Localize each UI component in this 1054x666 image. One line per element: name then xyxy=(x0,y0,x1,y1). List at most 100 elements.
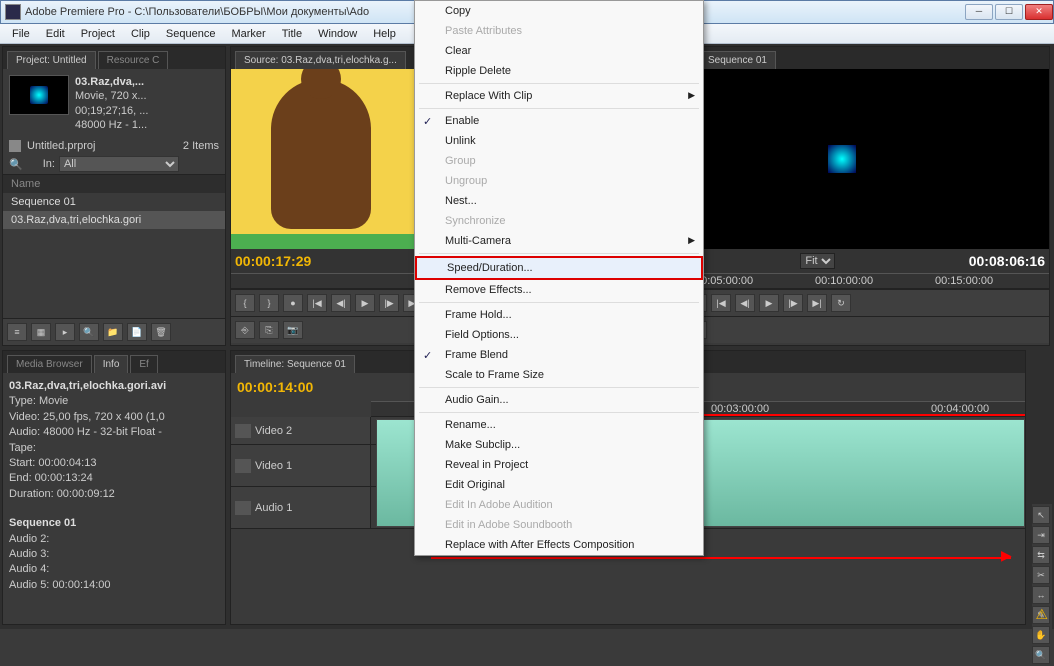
project-toolbar: ≡ ▦ ▸ 🔍 📁 📄 🗑 xyxy=(3,318,225,345)
marker-button[interactable]: ● xyxy=(283,294,303,312)
icon-view-button[interactable]: ▦ xyxy=(31,323,51,341)
menu-item-nest[interactable]: Nest... xyxy=(415,191,703,211)
goto-in-button[interactable]: |◀ xyxy=(307,294,327,312)
overwrite-button[interactable]: ⎘ xyxy=(259,321,279,339)
tab-effects[interactable]: Ef xyxy=(130,355,157,373)
menu-window[interactable]: Window xyxy=(310,26,365,42)
menu-title[interactable]: Title xyxy=(274,26,310,42)
tab-source[interactable]: Source: 03.Raz,dva,tri,elochka.g... xyxy=(235,51,406,69)
play-button[interactable]: ▶ xyxy=(355,294,375,312)
menu-separator xyxy=(419,302,699,303)
menu-item-frame-blend[interactable]: Frame Blend✓ xyxy=(415,345,703,365)
tab-info[interactable]: Info xyxy=(94,355,129,373)
step-back-button[interactable]: ◀| xyxy=(331,294,351,312)
menu-marker[interactable]: Marker xyxy=(223,26,273,42)
find-icon[interactable]: 🔍 xyxy=(9,158,23,171)
menu-item-paste-attributes: Paste Attributes xyxy=(415,21,703,41)
menu-item-audio-gain[interactable]: Audio Gain... xyxy=(415,390,703,410)
loop-button[interactable]: ↻ xyxy=(831,294,851,312)
menu-item-replace-with-clip[interactable]: Replace With Clip▶ xyxy=(415,86,703,106)
info-line: Audio 5: 00:00:14:00 xyxy=(9,579,111,591)
warning-icon[interactable]: ⚠ xyxy=(1035,606,1048,623)
find-button[interactable]: 🔍 xyxy=(79,323,99,341)
menu-item-frame-hold[interactable]: Frame Hold... xyxy=(415,305,703,325)
in-point-button[interactable]: { xyxy=(235,294,255,312)
menu-item-remove-effects[interactable]: Remove Effects... xyxy=(415,280,703,300)
eye-icon[interactable] xyxy=(235,424,251,438)
zoom-tool[interactable]: 🔍 xyxy=(1032,646,1050,664)
ripple-tool[interactable]: ⇆ xyxy=(1032,546,1050,564)
menu-file[interactable]: File xyxy=(4,26,38,42)
menu-item-enable[interactable]: Enable✓ xyxy=(415,111,703,131)
info-line: Audio 3: xyxy=(9,548,49,560)
list-item-sequence[interactable]: Sequence 01 xyxy=(3,193,225,211)
zoom-select[interactable]: Fit xyxy=(800,253,835,269)
menu-sequence[interactable]: Sequence xyxy=(158,26,224,42)
out-point-button[interactable]: } xyxy=(259,294,279,312)
arrow-right-icon: ▶ xyxy=(1001,547,1012,564)
menu-edit[interactable]: Edit xyxy=(38,26,73,42)
eye-icon[interactable] xyxy=(235,459,251,473)
tab-resource[interactable]: Resource C xyxy=(98,51,169,69)
menu-item-rename[interactable]: Rename... xyxy=(415,415,703,435)
tab-timeline[interactable]: Timeline: Sequence 01 xyxy=(235,355,355,373)
step-fwd-button[interactable]: |▶ xyxy=(379,294,399,312)
menu-separator xyxy=(419,387,699,388)
track-head-a1[interactable]: Audio 1 xyxy=(231,487,371,528)
menu-project[interactable]: Project xyxy=(73,26,123,42)
menu-separator xyxy=(419,83,699,84)
tab-media-browser[interactable]: Media Browser xyxy=(7,355,92,373)
info-tabs: Media Browser Info Ef xyxy=(3,351,225,373)
menu-item-replace-with-after-effects-composition[interactable]: Replace with After Effects Composition xyxy=(415,535,703,555)
insert-button[interactable]: ⎆ xyxy=(235,321,255,339)
menu-item-multi-camera[interactable]: Multi-Camera▶ xyxy=(415,231,703,251)
selection-tool[interactable]: ↖ xyxy=(1032,506,1050,524)
in-select[interactable]: All xyxy=(59,156,179,172)
speaker-icon[interactable] xyxy=(235,501,251,515)
menu-item-make-subclip[interactable]: Make Subclip... xyxy=(415,435,703,455)
maximize-button[interactable]: ☐ xyxy=(995,4,1023,20)
menu-item-unlink[interactable]: Unlink xyxy=(415,131,703,151)
ruler-tick: 00:10:00:00 xyxy=(815,275,873,287)
delete-button[interactable]: 🗑 xyxy=(151,323,171,341)
goto-out-button[interactable]: ▶| xyxy=(807,294,827,312)
list-item-clip[interactable]: 03.Raz,dva,tri,elochka.gori xyxy=(3,211,225,229)
menu-item-copy[interactable]: Copy xyxy=(415,1,703,21)
automate-button[interactable]: ▸ xyxy=(55,323,75,341)
minimize-button[interactable]: ─ xyxy=(965,4,993,20)
ruler-tick: 00:15:00:00 xyxy=(935,275,993,287)
name-header[interactable]: Name xyxy=(3,175,225,193)
menu-item-ripple-delete[interactable]: Ripple Delete xyxy=(415,61,703,81)
project-thumbnail[interactable] xyxy=(9,75,69,115)
menu-item-field-options[interactable]: Field Options... xyxy=(415,325,703,345)
new-bin-button[interactable]: 📁 xyxy=(103,323,123,341)
menu-help[interactable]: Help xyxy=(365,26,404,42)
new-item-button[interactable]: 📄 xyxy=(127,323,147,341)
menu-item-edit-original[interactable]: Edit Original xyxy=(415,475,703,495)
info-line: Audio 4: xyxy=(9,563,49,575)
menu-item-clear[interactable]: Clear xyxy=(415,41,703,61)
menu-item-reveal-in-project[interactable]: Reveal in Project xyxy=(415,455,703,475)
tab-program[interactable]: Sequence 01 xyxy=(699,51,776,69)
export-frame-button[interactable]: 📷 xyxy=(283,321,303,339)
menu-item-scale-to-frame-size[interactable]: Scale to Frame Size xyxy=(415,365,703,385)
goto-in-button[interactable]: |◀ xyxy=(711,294,731,312)
menu-clip[interactable]: Clip xyxy=(123,26,158,42)
track-select-tool[interactable]: ⇥ xyxy=(1032,526,1050,544)
play-button[interactable]: ▶ xyxy=(759,294,779,312)
timeline-tc[interactable]: 00:00:14:00 xyxy=(237,379,313,395)
project-file-row: Untitled.prproj 2 Items xyxy=(3,138,225,154)
step-fwd-button[interactable]: |▶ xyxy=(783,294,803,312)
track-head-v1[interactable]: Video 1 xyxy=(231,445,371,486)
list-view-button[interactable]: ≡ xyxy=(7,323,27,341)
info-line: Start: 00:00:04:13 xyxy=(9,457,96,469)
track-head-v2[interactable]: Video 2 xyxy=(231,417,371,444)
project-panel: Project: Untitled Resource C 03.Raz,dva,… xyxy=(2,46,226,346)
tab-project[interactable]: Project: Untitled xyxy=(7,51,96,69)
menu-item-speed-duration[interactable]: Speed/Duration... xyxy=(415,256,703,280)
razor-tool[interactable]: ✂ xyxy=(1032,566,1050,584)
source-tc-left[interactable]: 00:00:17:29 xyxy=(235,253,311,269)
close-button[interactable]: ✕ xyxy=(1025,4,1053,20)
step-back-button[interactable]: ◀| xyxy=(735,294,755,312)
slip-tool[interactable]: ↔ xyxy=(1032,586,1050,604)
